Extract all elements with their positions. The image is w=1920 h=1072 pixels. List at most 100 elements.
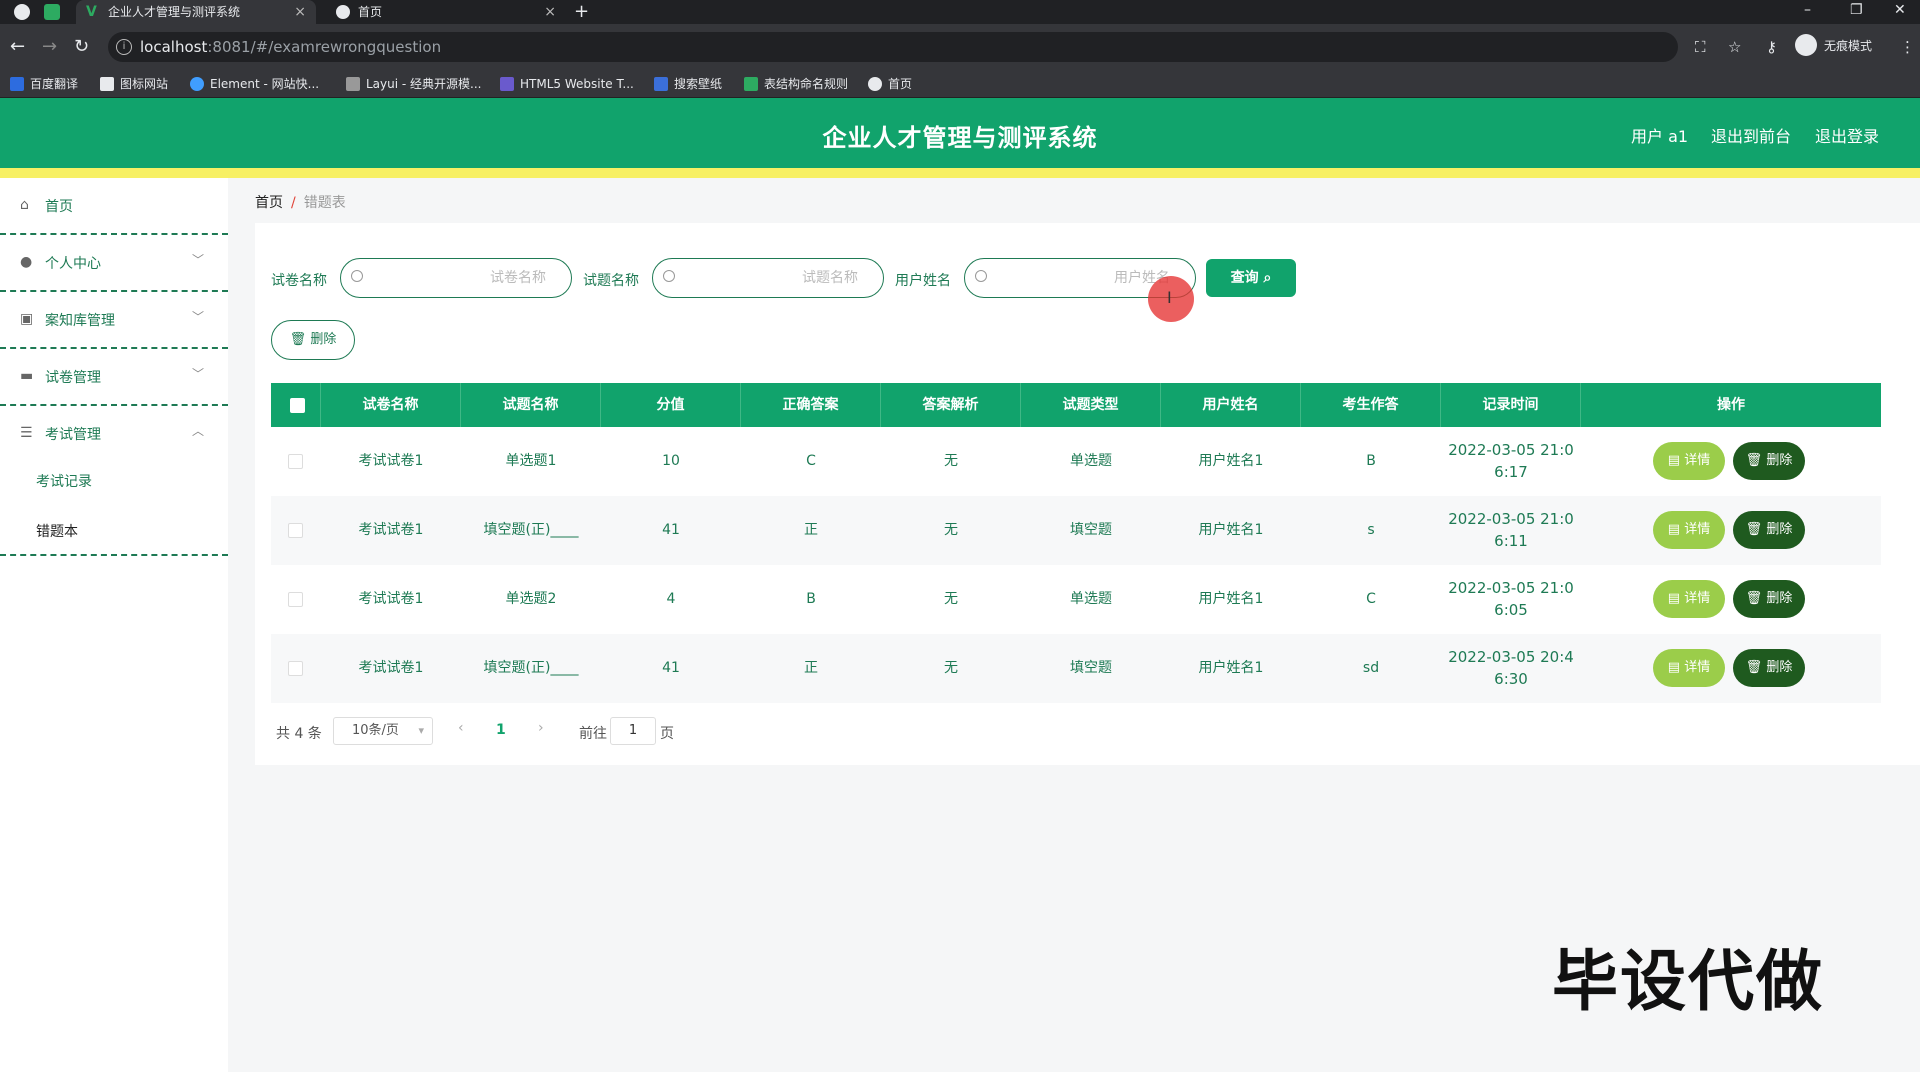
question-name-input[interactable] — [652, 258, 884, 298]
url-path: :8081/#/examrewrongquestion — [207, 38, 442, 56]
column-header[interactable]: 正确答案 — [741, 383, 881, 427]
row-checkbox[interactable] — [288, 454, 303, 469]
trash-icon: 🗑 — [1745, 660, 1763, 675]
chevron-down-icon: ﹀ — [191, 253, 204, 267]
logout-link[interactable]: 退出登录 — [1815, 123, 1879, 147]
prev-page-icon[interactable]: ‹ — [458, 720, 464, 736]
tab-home[interactable]: 首页 × — [326, 0, 566, 24]
column-header[interactable]: 试卷名称 — [321, 383, 461, 427]
menu-icon[interactable]: ⋮ — [1900, 36, 1915, 58]
delete-button[interactable]: 🗑 删除 — [1733, 649, 1805, 687]
detail-button[interactable]: ▤ 详情 — [1653, 442, 1725, 480]
page-number-current[interactable]: 1 — [496, 722, 506, 738]
row-checkbox[interactable] — [288, 661, 303, 676]
chevron-up-icon: ︿ — [191, 424, 204, 438]
delete-button[interactable]: 🗑 删除 — [1733, 511, 1805, 549]
bookmark-item[interactable]: 图标网站 — [100, 74, 168, 94]
incognito-icon[interactable] — [1795, 34, 1817, 56]
breadcrumb-current: 错题表 — [303, 195, 346, 211]
layui-icon — [346, 77, 360, 91]
search-icon — [351, 270, 363, 282]
table-bookmark-icon — [744, 77, 758, 91]
bookmark-item[interactable]: 表结构命名规则 — [744, 74, 848, 94]
search-icon — [975, 270, 987, 282]
info-icon[interactable]: i — [116, 39, 132, 55]
sidebar-item-profile[interactable]: ● 个人中心 ﹀ — [0, 235, 228, 292]
sidebar-sub-exam-records[interactable]: 考试记录 — [36, 471, 92, 491]
star-icon[interactable]: ☆ — [1728, 36, 1741, 58]
column-header[interactable]: 试题类型 — [1021, 383, 1161, 427]
bookmark-item[interactable]: 百度翻译 — [10, 74, 78, 94]
column-header[interactable]: 试题名称 — [461, 383, 601, 427]
bookmark-item[interactable]: 首页 — [868, 74, 912, 94]
next-page-icon[interactable]: › — [538, 720, 544, 736]
column-header[interactable]: 分值 — [601, 383, 741, 427]
pagination-total: 共 4 条 — [276, 726, 322, 742]
forward-icon[interactable]: → — [42, 36, 57, 58]
column-header[interactable]: 答案解析 — [881, 383, 1021, 427]
chevron-down-icon: ﹀ — [191, 310, 204, 324]
column-header[interactable]: 用户姓名 — [1161, 383, 1301, 427]
paper-name-input[interactable] — [340, 258, 572, 298]
detail-button[interactable]: ▤ 详情 — [1653, 511, 1725, 549]
back-icon[interactable]: ← — [10, 36, 25, 58]
goto-label: 前往 — [579, 726, 607, 742]
detail-button[interactable]: ▤ 详情 — [1653, 580, 1725, 618]
reload-icon[interactable]: ↻ — [74, 36, 89, 58]
column-header: 操作 — [1717, 397, 1745, 413]
column-header[interactable]: 考生作答 — [1301, 383, 1441, 427]
clipboard-icon: ▣ — [20, 311, 34, 327]
bookmark-item[interactable]: HTML5 Website T... — [500, 74, 634, 94]
bookmark-item[interactable]: 搜索壁纸 — [654, 74, 722, 94]
folder-icon: ▬ — [20, 368, 34, 384]
document-icon: ▤ — [1667, 660, 1681, 675]
sidebar-sub-wrong-questions[interactable]: 错题本 — [36, 521, 78, 541]
vue-icon: V — [86, 4, 97, 20]
url-field[interactable]: i localhost:8081/#/examrewrongquestion — [108, 32, 1678, 62]
new-tab-button[interactable]: + — [574, 0, 589, 24]
chevron-down-icon: ﹀ — [191, 367, 204, 381]
sliders-icon: ☰ — [20, 425, 33, 441]
sidebar: ⌂ 首页 ● 个人中心 ﹀ ▣ 案知库管理 ﹀ ▬ 试卷管理 ﹀ ☰ 考试管理 … — [0, 178, 228, 1072]
column-header[interactable]: 记录时间 — [1441, 383, 1581, 427]
delete-button[interactable]: 🗑 删除 — [1733, 580, 1805, 618]
text-cursor-icon: I — [1167, 288, 1172, 307]
app-header: 企业人才管理与测评系统 用户 a1 退出到前台 退出登录 — [0, 98, 1920, 168]
query-button[interactable]: 查询 ⌕ — [1206, 259, 1296, 297]
search-icon: ⌕ — [1263, 270, 1272, 286]
delete-button[interactable]: 🗑 删除 — [1733, 442, 1805, 480]
sidebar-divider — [0, 554, 228, 556]
table-row: 考试试卷1 填空题(正)____ 41 正 无 填空题 用户姓名1 sd 202… — [271, 634, 1881, 703]
breadcrumb-home[interactable]: 首页 — [255, 195, 283, 211]
row-checkbox[interactable] — [288, 592, 303, 607]
restore-icon[interactable]: ❐ — [1850, 0, 1863, 20]
wallpaper-icon — [654, 77, 668, 91]
close-tab-icon[interactable]: × — [544, 0, 556, 24]
back-to-front-link[interactable]: 退出到前台 — [1711, 123, 1791, 147]
sidebar-item-papers[interactable]: ▬ 试卷管理 ﹀ — [0, 349, 228, 406]
browser-tab-bar: V 企业人才管理与测评系统 × 首页 × + – ❐ ✕ — [0, 0, 1920, 24]
document-icon: ▤ — [1667, 522, 1681, 537]
translate-icon[interactable]: ⛶ — [1695, 36, 1706, 58]
page-size-select[interactable]: 10条/页 ▾ — [333, 717, 433, 745]
select-all-checkbox[interactable] — [290, 398, 305, 413]
goto-page-input[interactable]: 1 — [610, 717, 656, 745]
tab-active[interactable]: V 企业人才管理与测评系统 × — [76, 0, 316, 24]
close-window-icon[interactable]: ✕ — [1894, 0, 1906, 20]
sidebar-item-exams[interactable]: ☰ 考试管理 ︿ — [0, 406, 228, 463]
key-icon[interactable]: ⚷ — [1766, 36, 1777, 58]
app-tab-icon[interactable] — [44, 4, 60, 20]
minimize-icon[interactable]: – — [1804, 0, 1811, 20]
row-checkbox[interactable] — [288, 523, 303, 538]
trash-icon: 🗑 — [1745, 591, 1763, 606]
bookmark-item[interactable]: Element - 网站快... — [190, 74, 319, 94]
document-icon: ▤ — [1667, 453, 1681, 468]
bookmark-item[interactable]: Layui - 经典开源模... — [346, 74, 481, 94]
sidebar-item-knowledge[interactable]: ▣ 案知库管理 ﹀ — [0, 292, 228, 349]
sidebar-item-home[interactable]: ⌂ 首页 — [0, 178, 228, 235]
batch-delete-button[interactable]: 🗑 删除 — [271, 320, 355, 360]
close-tab-icon[interactable]: × — [294, 0, 306, 24]
chevron-down-icon: ▾ — [418, 724, 424, 737]
detail-button[interactable]: ▤ 详情 — [1653, 649, 1725, 687]
table-row: 考试试卷1 单选题2 4 B 无 单选题 用户姓名1 C 2022-03-05 … — [271, 565, 1881, 634]
